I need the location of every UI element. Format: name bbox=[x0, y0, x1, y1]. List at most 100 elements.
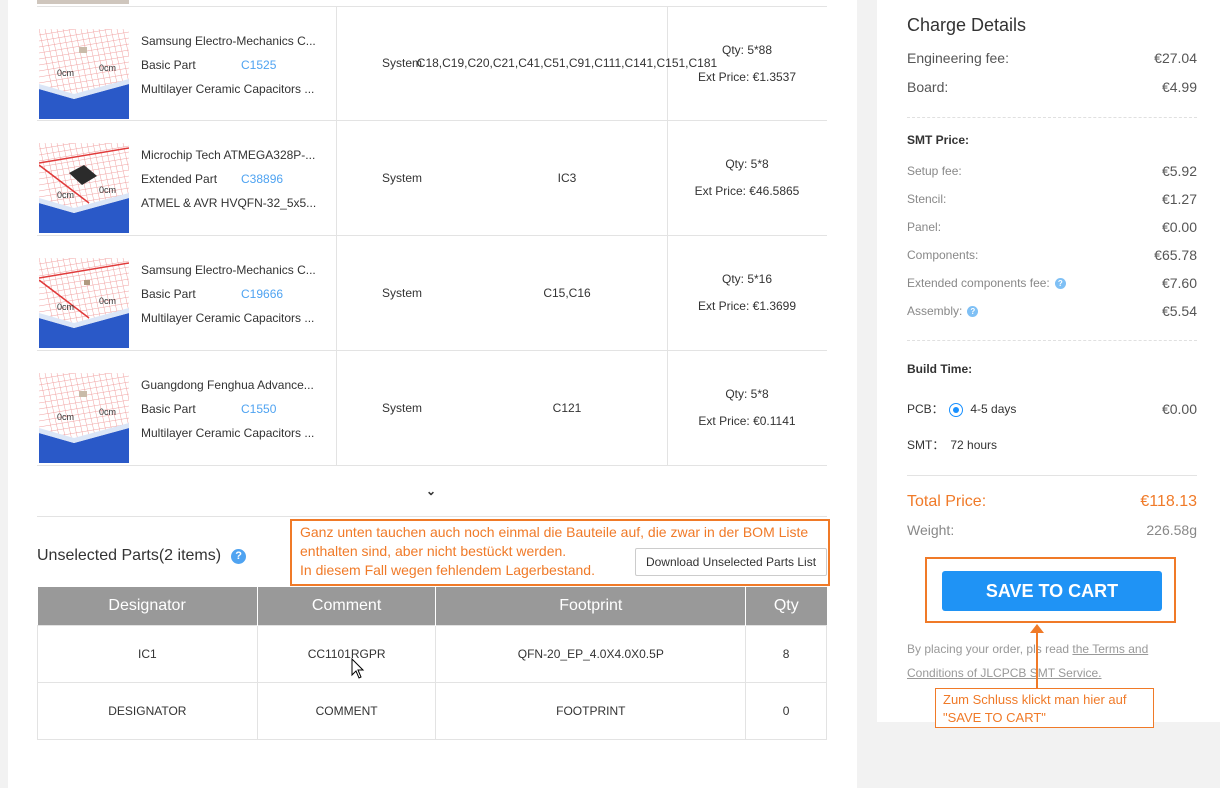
board-row: Board: €4.99 bbox=[907, 79, 1197, 95]
part-info: Samsung Electro-Mechanics C... Basic Part… bbox=[141, 262, 326, 334]
svg-text:0cm: 0cm bbox=[99, 63, 116, 73]
unselected-parts-table: Designator Comment Footprint Qty IC1 CC1… bbox=[37, 587, 827, 740]
part-ext-price: Ext Price: €0.1141 bbox=[698, 414, 796, 428]
weight-label: Weight: bbox=[907, 522, 955, 538]
part-info: Microchip Tech ATMEGA328P-... Extended Pa… bbox=[141, 147, 326, 219]
divider bbox=[907, 117, 1197, 118]
smt-price-row: Panel: €0.00 bbox=[907, 219, 1197, 235]
bom-panel: 0cm 0cm Samsung Electro-Mechanics C... Basi… bbox=[8, 0, 857, 788]
divider bbox=[907, 340, 1197, 341]
svg-text:0cm: 0cm bbox=[57, 302, 74, 312]
part-designators: C15,C16 bbox=[543, 285, 591, 300]
part-qty: Qty: 5*8 bbox=[725, 387, 769, 401]
part-name[interactable]: Guangdong Fenghua Advance... bbox=[141, 377, 326, 401]
svg-text:0cm: 0cm bbox=[99, 185, 116, 195]
part-ext-price: Ext Price: €1.3537 bbox=[697, 69, 797, 84]
parts-list: 0cm 0cm Samsung Electro-Mechanics C... Basi… bbox=[37, 6, 827, 466]
unselected-annotation-text: Ganz unten tauchen auch noch einmal die … bbox=[300, 524, 809, 578]
smt-build-time-row: SMT： 72 hours bbox=[907, 436, 1197, 453]
part-ext-price: Ext Price: €1.3699 bbox=[697, 299, 797, 313]
table-row: DESIGNATOR COMMENT FOOTPRINT 0 bbox=[37, 681, 827, 740]
designator-cell: IC1 bbox=[37, 624, 258, 683]
smt-label: SMT： bbox=[907, 438, 945, 452]
total-price-label: Total Price: bbox=[907, 493, 987, 510]
comment-cell: CC1101RGPR bbox=[256, 624, 437, 683]
part-thumbnail[interactable]: 0cm 0cm bbox=[39, 29, 129, 119]
part-name[interactable]: Samsung Electro-Mechanics C... bbox=[141, 262, 326, 286]
weight-value: 226.58g bbox=[1146, 522, 1197, 538]
part-source: System bbox=[381, 400, 422, 415]
engineering-fee-row: Engineering fee: €27.04 bbox=[907, 50, 1197, 66]
expand-chevron-icon[interactable]: ⌄ bbox=[426, 484, 436, 498]
help-icon[interactable]: ? bbox=[967, 306, 979, 318]
part-designators: C121 bbox=[552, 400, 582, 415]
part-ext-price: Ext Price: €46.5865 bbox=[694, 184, 800, 198]
part-type: Basic Part bbox=[141, 402, 196, 416]
smt-time-value: 72 hours bbox=[950, 437, 998, 452]
part-code-link[interactable]: C1550 bbox=[241, 402, 276, 416]
smt-price-label: Stencil: bbox=[907, 192, 947, 206]
part-type: Basic Part bbox=[141, 287, 196, 301]
part-code-link[interactable]: C1525 bbox=[241, 58, 276, 72]
smt-price-label: Setup fee: bbox=[907, 164, 962, 178]
total-price-value: €118.13 bbox=[1140, 493, 1197, 510]
engineering-fee-value: €27.04 bbox=[1154, 50, 1197, 66]
part-thumbnail[interactable]: 0cm 0cm bbox=[39, 143, 129, 233]
comment-cell: COMMENT bbox=[256, 681, 437, 740]
previous-part-thumbnail-edge bbox=[37, 0, 129, 4]
part-designators: C18,C19,C20,C21,C41,C51,C91,C111,C141,C1… bbox=[416, 56, 718, 70]
smt-price-label: Components: bbox=[907, 248, 979, 262]
smt-price-row: Stencil: €1.27 bbox=[907, 191, 1197, 207]
part-info: Samsung Electro-Mechanics C... Basic Part… bbox=[141, 33, 326, 105]
svg-text:0cm: 0cm bbox=[57, 68, 74, 78]
qty-cell: 0 bbox=[745, 681, 827, 740]
part-type: Basic Part bbox=[141, 58, 196, 72]
smt-price-value: €0.00 bbox=[1161, 219, 1197, 235]
board-value: €4.99 bbox=[1161, 79, 1197, 95]
build-time-heading: Build Time: bbox=[907, 362, 973, 376]
help-icon[interactable]: ? bbox=[231, 548, 247, 564]
pcb-time-option[interactable]: 4-5 days bbox=[970, 402, 1016, 416]
part-row: 0cm 0cm Samsung Electro-Mechanics C... Basi… bbox=[37, 6, 827, 121]
section-divider bbox=[37, 516, 827, 517]
part-name[interactable]: Microchip Tech ATMEGA328P-... bbox=[141, 147, 326, 171]
mouse-cursor-icon bbox=[351, 658, 365, 679]
column-header-footprint[interactable]: Footprint bbox=[435, 587, 747, 625]
pcb-build-time-row: PCB： 4-5 days €0.00 bbox=[907, 400, 1197, 417]
part-info: Guangdong Fenghua Advance... Basic Part C1… bbox=[141, 377, 326, 449]
smt-price-value: €5.54 bbox=[1161, 303, 1197, 319]
svg-text:0cm: 0cm bbox=[99, 407, 116, 417]
part-qty: Qty: 5*16 bbox=[721, 272, 773, 286]
terms-prefix: By placing your order, pls read bbox=[907, 642, 1073, 656]
column-header-comment[interactable]: Comment bbox=[257, 587, 437, 625]
total-price-row: Total Price: €118.13 bbox=[907, 493, 1197, 511]
smt-price-row: Extended components fee:? €7.60 bbox=[907, 275, 1197, 291]
part-code-link[interactable]: C38896 bbox=[241, 172, 283, 186]
weight-row: Weight: 226.58g bbox=[907, 522, 1197, 538]
part-thumbnail[interactable]: 0cm 0cm bbox=[39, 258, 129, 348]
column-header-qty[interactable]: Qty bbox=[745, 587, 827, 625]
save-annotation-box bbox=[925, 557, 1176, 623]
part-description: Multilayer Ceramic Capacitors ... bbox=[141, 426, 315, 440]
footprint-cell: FOOTPRINT bbox=[435, 681, 747, 740]
part-thumbnail[interactable]: 0cm 0cm bbox=[39, 373, 129, 463]
part-name[interactable]: Samsung Electro-Mechanics C... bbox=[141, 33, 326, 57]
svg-text:0cm: 0cm bbox=[57, 412, 74, 422]
part-qty: Qty: 5*8 bbox=[725, 157, 769, 171]
part-qty-price: Qty: 5*88 Ext Price: €1.3537 bbox=[667, 7, 827, 120]
smt-price-value: €5.92 bbox=[1161, 163, 1197, 179]
unselected-parts-heading: Unselected Parts(2 items) ? bbox=[37, 547, 247, 565]
smt-price-label: Panel: bbox=[907, 220, 942, 234]
part-row: 0cm 0cm Guangdong Fenghua Advance... Basic … bbox=[37, 351, 827, 466]
annotation-arrow-line bbox=[1036, 628, 1038, 689]
column-header-designator[interactable]: Designator bbox=[37, 587, 258, 625]
help-icon[interactable]: ? bbox=[1054, 278, 1066, 290]
svg-text:0cm: 0cm bbox=[99, 296, 116, 306]
part-row: 0cm 0cm Microchip Tech ATMEGA328P-... Exten… bbox=[37, 121, 827, 236]
pcb-time-radio[interactable] bbox=[949, 402, 964, 417]
table-row: IC1 CC1101RGPR QFN-20_EP_4.0X4.0X0.5P 8 bbox=[37, 624, 827, 683]
part-code-link[interactable]: C19666 bbox=[241, 287, 283, 301]
smt-price-heading: SMT Price: bbox=[907, 133, 970, 147]
table-header-row: Designator Comment Footprint Qty bbox=[37, 587, 827, 625]
part-type: Extended Part bbox=[141, 172, 218, 186]
